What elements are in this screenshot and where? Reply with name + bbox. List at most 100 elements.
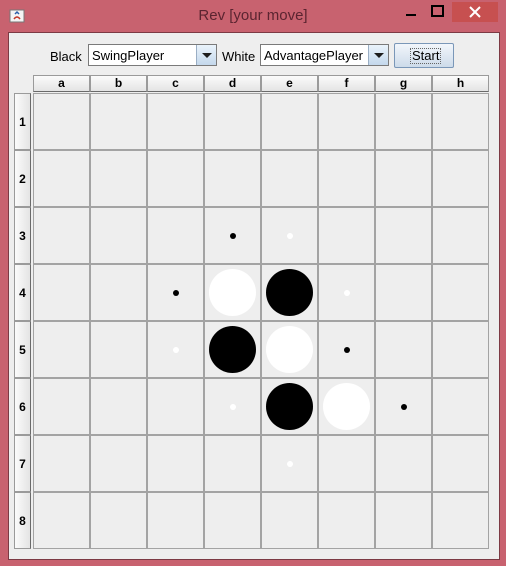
board-cell-b7[interactable] — [90, 435, 147, 492]
board-cell-g6[interactable] — [375, 378, 432, 435]
board-cell-f4[interactable] — [318, 264, 375, 321]
column-header-e: e — [261, 75, 318, 92]
row-header-5: 5 — [14, 321, 31, 378]
board-cell-f8[interactable] — [318, 492, 375, 549]
board-cell-g7[interactable] — [375, 435, 432, 492]
board-cell-d4[interactable] — [204, 264, 261, 321]
close-icon — [469, 6, 481, 18]
close-button[interactable] — [452, 2, 498, 22]
white-move-hint — [286, 460, 293, 467]
board-cell-g3[interactable] — [375, 207, 432, 264]
white-move-hint — [343, 289, 350, 296]
board-cell-c4[interactable] — [147, 264, 204, 321]
board-cell-b5[interactable] — [90, 321, 147, 378]
start-button[interactable]: Start — [394, 43, 454, 68]
chevron-down-icon[interactable] — [196, 45, 216, 65]
board-cell-h8[interactable] — [432, 492, 489, 549]
board-cell-a1[interactable] — [33, 93, 90, 150]
board-cell-g1[interactable] — [375, 93, 432, 150]
board-cell-h3[interactable] — [432, 207, 489, 264]
board-cell-f6[interactable] — [318, 378, 375, 435]
board-cell-a8[interactable] — [33, 492, 90, 549]
board-cell-b3[interactable] — [90, 207, 147, 264]
white-piece — [266, 326, 313, 373]
white-player-select[interactable]: AdvantagePlayer — [260, 44, 389, 66]
board-cell-c1[interactable] — [147, 93, 204, 150]
board-cell-e1[interactable] — [261, 93, 318, 150]
row-header-3: 3 — [14, 207, 31, 264]
board-cell-e4[interactable] — [261, 264, 318, 321]
board-cell-e5[interactable] — [261, 321, 318, 378]
board-cell-d2[interactable] — [204, 150, 261, 207]
board-cell-h5[interactable] — [432, 321, 489, 378]
board-cell-c2[interactable] — [147, 150, 204, 207]
black-piece — [209, 326, 256, 373]
black-label: Black — [50, 49, 82, 64]
board-cell-c5[interactable] — [147, 321, 204, 378]
board-cell-e3[interactable] — [261, 207, 318, 264]
board-cell-d1[interactable] — [204, 93, 261, 150]
column-header-b: b — [90, 75, 147, 92]
board-cell-d7[interactable] — [204, 435, 261, 492]
board-cell-a2[interactable] — [33, 150, 90, 207]
board-cell-d5[interactable] — [204, 321, 261, 378]
row-header-6: 6 — [14, 378, 31, 435]
board-cell-f7[interactable] — [318, 435, 375, 492]
board-cell-c8[interactable] — [147, 492, 204, 549]
white-move-hint — [172, 346, 179, 353]
board-cell-e6[interactable] — [261, 378, 318, 435]
white-piece — [323, 383, 370, 430]
board-cell-h6[interactable] — [432, 378, 489, 435]
board-cell-g4[interactable] — [375, 264, 432, 321]
board-cell-g2[interactable] — [375, 150, 432, 207]
board-cell-b8[interactable] — [90, 492, 147, 549]
board-cell-b6[interactable] — [90, 378, 147, 435]
board-cell-g8[interactable] — [375, 492, 432, 549]
board-cell-e8[interactable] — [261, 492, 318, 549]
black-move-hint — [343, 346, 350, 353]
black-move-hint — [172, 289, 179, 296]
board-cell-a3[interactable] — [33, 207, 90, 264]
start-button-label: Start — [410, 48, 442, 64]
board-cell-d6[interactable] — [204, 378, 261, 435]
board-cell-b2[interactable] — [90, 150, 147, 207]
minimize-button[interactable] — [398, 2, 424, 22]
board-cell-a7[interactable] — [33, 435, 90, 492]
maximize-button[interactable] — [424, 2, 450, 22]
board-cell-f1[interactable] — [318, 93, 375, 150]
black-move-hint — [229, 232, 236, 239]
maximize-icon — [431, 5, 444, 17]
board-cell-h7[interactable] — [432, 435, 489, 492]
board-cell-f5[interactable] — [318, 321, 375, 378]
board-cell-h2[interactable] — [432, 150, 489, 207]
board-cell-a4[interactable] — [33, 264, 90, 321]
board-cell-d3[interactable] — [204, 207, 261, 264]
board-cell-c6[interactable] — [147, 378, 204, 435]
board-cell-h4[interactable] — [432, 264, 489, 321]
board-cell-h1[interactable] — [432, 93, 489, 150]
board-cell-d8[interactable] — [204, 492, 261, 549]
board-cell-a5[interactable] — [33, 321, 90, 378]
board-cell-e7[interactable] — [261, 435, 318, 492]
board-cell-c3[interactable] — [147, 207, 204, 264]
board-cell-b1[interactable] — [90, 93, 147, 150]
board-cell-f2[interactable] — [318, 150, 375, 207]
white-piece — [209, 269, 256, 316]
row-header-1: 1 — [14, 93, 31, 150]
black-player-select[interactable]: SwingPlayer — [88, 44, 217, 66]
board-cell-f3[interactable] — [318, 207, 375, 264]
board-cell-g5[interactable] — [375, 321, 432, 378]
column-header-g: g — [375, 75, 432, 92]
board-cell-e2[interactable] — [261, 150, 318, 207]
board-cell-a6[interactable] — [33, 378, 90, 435]
white-player-value: AdvantagePlayer — [264, 48, 364, 63]
game-panel: Black SwingPlayer White AdvantagePlayer … — [8, 32, 500, 560]
black-player-value: SwingPlayer — [92, 48, 165, 63]
column-header-f: f — [318, 75, 375, 92]
board-cell-c7[interactable] — [147, 435, 204, 492]
black-piece — [266, 269, 313, 316]
column-header-a: a — [33, 75, 90, 92]
chevron-down-icon[interactable] — [368, 45, 388, 65]
board-cell-b4[interactable] — [90, 264, 147, 321]
column-header-d: d — [204, 75, 261, 92]
